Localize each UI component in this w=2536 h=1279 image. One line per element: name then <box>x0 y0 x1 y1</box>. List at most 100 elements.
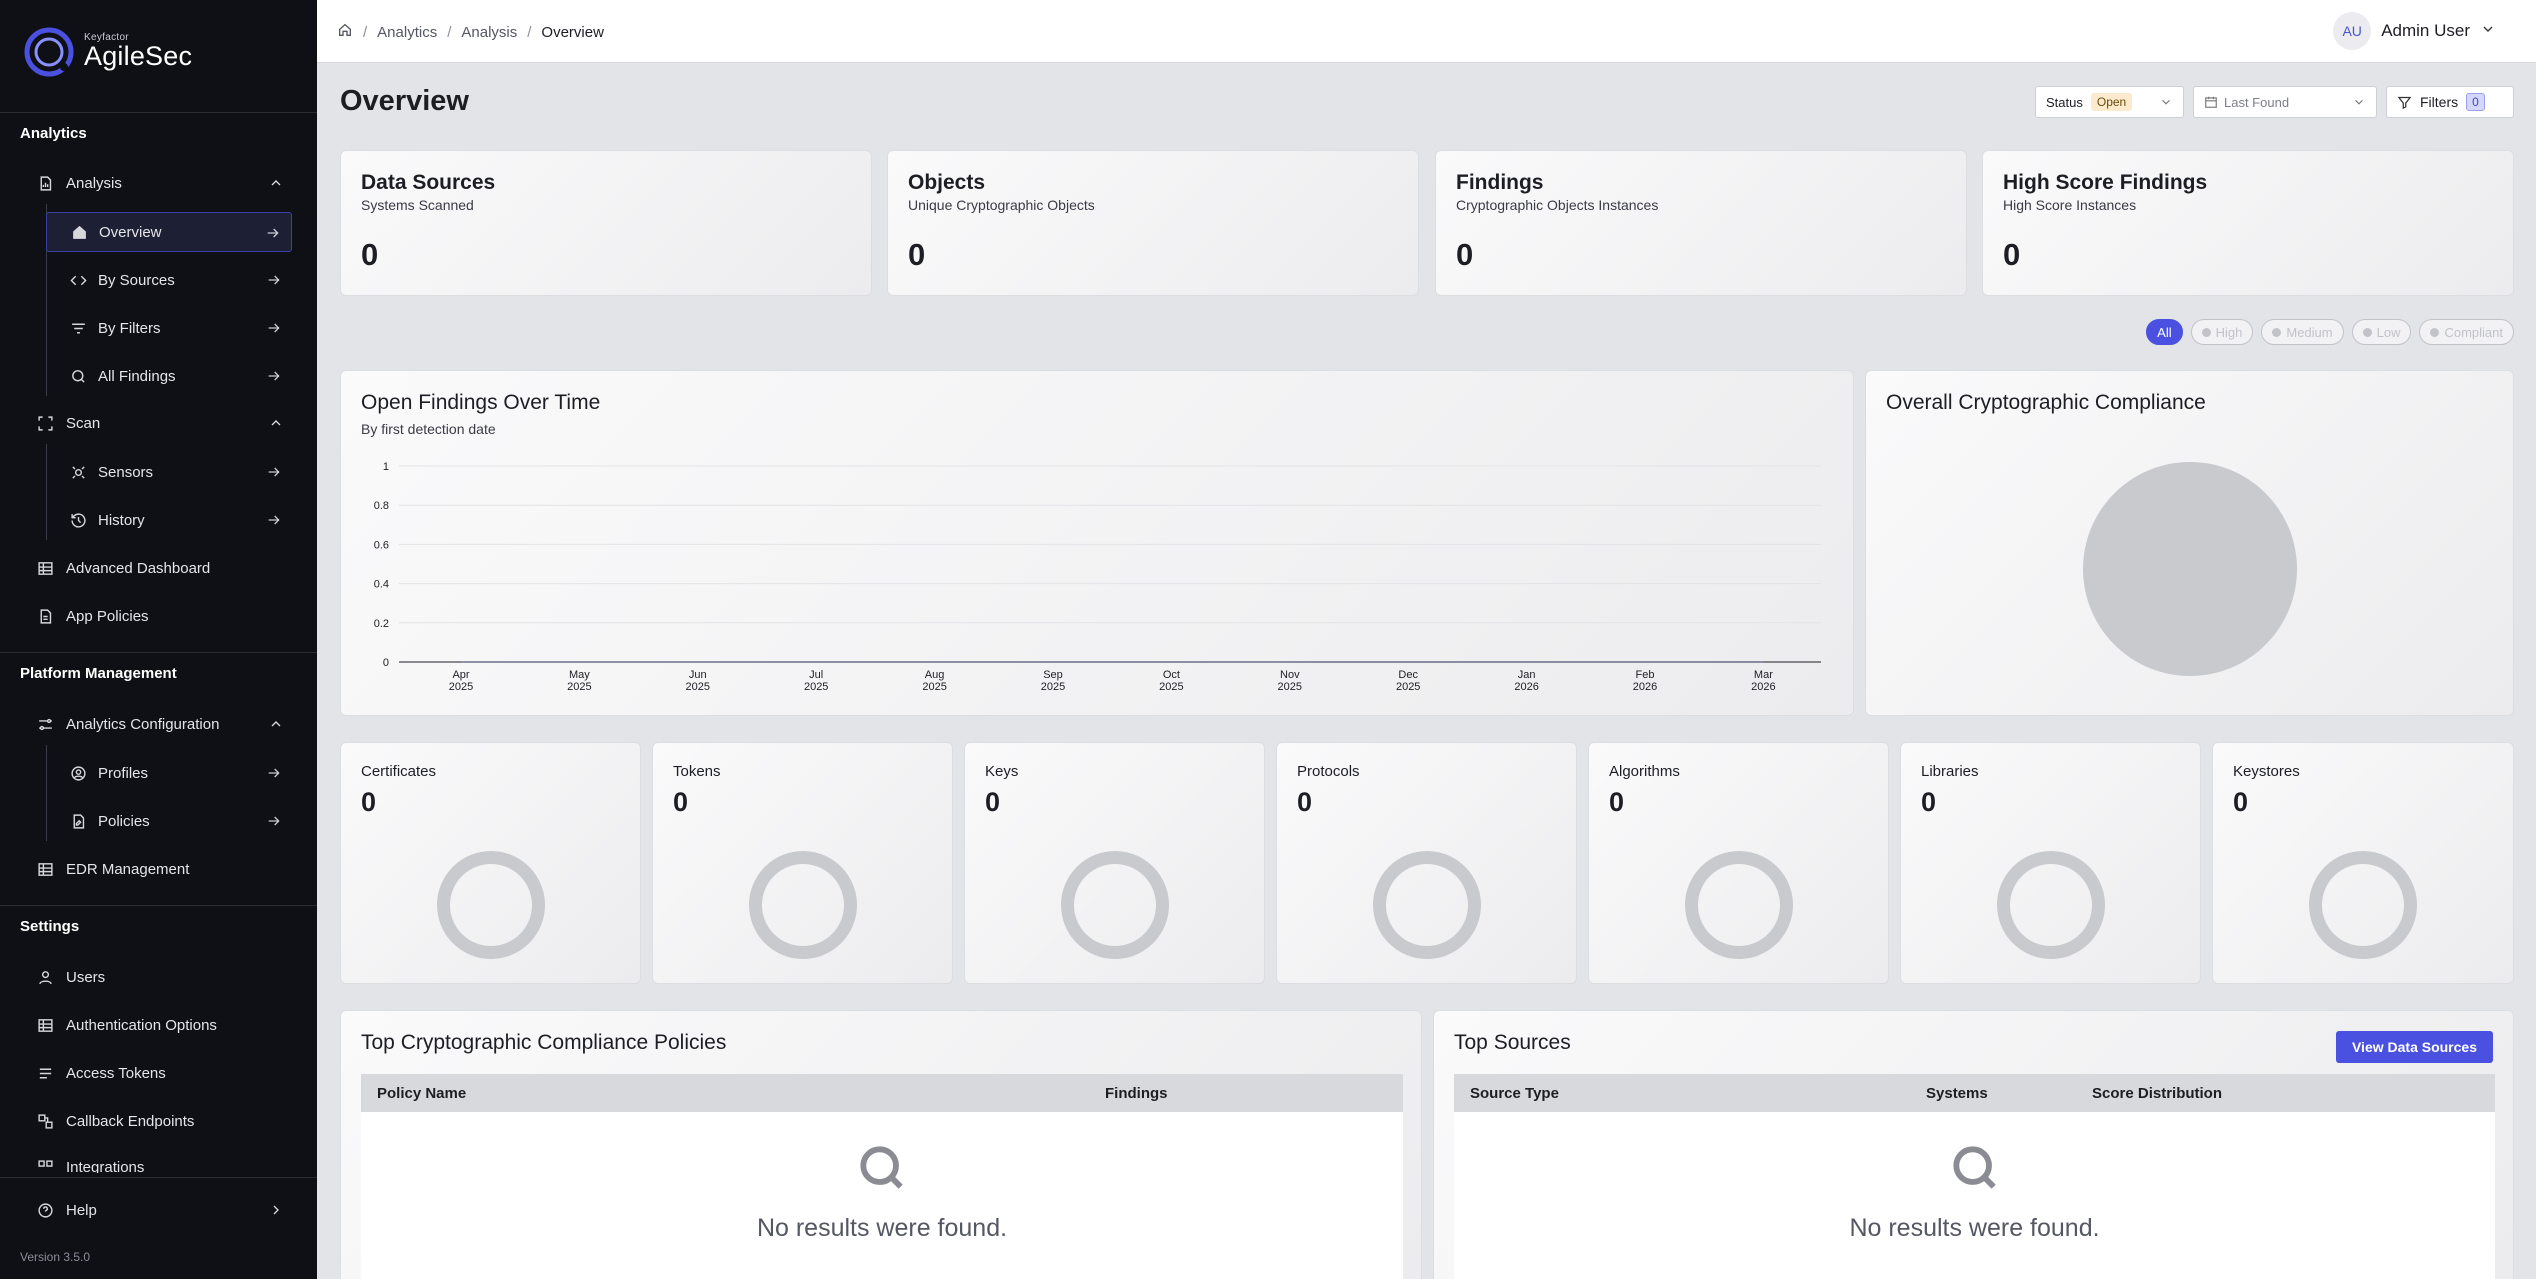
stat-card-objects[interactable]: Objects Unique Cryptographic Objects 0 <box>887 150 1419 296</box>
sidebar-item-label: History <box>98 511 145 529</box>
stat-title: Objects <box>908 171 986 194</box>
filter-lines-icon <box>70 319 88 337</box>
mini-card-algorithms[interactable]: Algorithms 0 <box>1588 742 1889 984</box>
x-tick-year: 2025 <box>1041 681 1065 693</box>
nav-help[interactable]: Help <box>36 1192 294 1228</box>
nav-advanced-dashboard[interactable]: Advanced Dashboard <box>36 550 294 586</box>
x-tick-month: Mar <box>1754 669 1773 681</box>
nav-analytics-configuration[interactable]: Analytics Configuration <box>36 706 294 742</box>
mini-card-tokens[interactable]: Tokens 0 <box>652 742 953 984</box>
sidebar-item-policies[interactable]: Policies <box>46 801 292 841</box>
stat-title: High Score Findings <box>2003 171 2208 194</box>
status-select[interactable]: Status Open <box>2035 86 2184 118</box>
nav-analysis[interactable]: Analysis <box>36 165 294 201</box>
chevron-down-icon <box>2352 95 2366 112</box>
mini-card-keystores[interactable]: Keystores 0 <box>2212 742 2514 984</box>
sidebar-item-sensors[interactable]: Sensors <box>46 452 292 492</box>
stat-card-findings[interactable]: Findings Cryptographic Objects Instances… <box>1435 150 1967 296</box>
user-icon <box>36 968 54 986</box>
breadcrumb-analytics[interactable]: Analytics <box>377 24 437 41</box>
pill-label: Compliant <box>2444 324 2503 340</box>
stat-card-data-sources[interactable]: Data Sources Systems Scanned 0 <box>340 150 872 296</box>
x-tick-year: 2026 <box>1514 681 1538 693</box>
arrow-right-icon <box>266 272 282 288</box>
filters-button[interactable]: Filters 0 <box>2386 86 2514 118</box>
donut-empty <box>1373 851 1481 959</box>
column-header-source-type[interactable]: Source Type <box>1470 1085 1559 1102</box>
empty-state-text: No results were found. <box>756 1214 1008 1242</box>
sidebar-item-label: Profiles <box>98 764 149 782</box>
pill-medium[interactable]: Medium <box>2261 319 2344 345</box>
view-data-sources-button[interactable]: View Data Sources <box>2335 1031 2493 1063</box>
nav-scan[interactable]: Scan <box>36 405 294 441</box>
mini-value: 0 <box>673 787 689 817</box>
column-header-systems[interactable]: Systems <box>1926 1085 1988 1102</box>
column-header-score-distribution[interactable]: Score Distribution <box>2092 1085 2222 1102</box>
breadcrumb-analysis[interactable]: Analysis <box>461 24 517 41</box>
mini-card-keys[interactable]: Keys 0 <box>964 742 1265 984</box>
stat-subtitle: High Score Instances <box>2003 197 2137 213</box>
nav-access-tokens[interactable]: Access Tokens <box>36 1055 294 1091</box>
sidebar-item-profiles[interactable]: Profiles <box>46 753 292 793</box>
x-tick-year: 2025 <box>804 681 828 693</box>
status-dot <box>2430 327 2440 337</box>
pill-all[interactable]: All <box>2146 319 2183 345</box>
y-tick-label: 0.8 <box>374 500 389 512</box>
brand-logo[interactable]: Keyfactor AgileSec <box>24 27 192 77</box>
user-menu[interactable]: AU Admin User <box>2333 12 2496 50</box>
stat-card-high-score-findings[interactable]: High Score Findings High Score Instances… <box>1982 150 2514 296</box>
chevron-right-icon[interactable] <box>268 1202 284 1218</box>
chevron-up-icon[interactable] <box>268 716 284 732</box>
sidebar-item-label: All Findings <box>98 367 176 385</box>
chevron-up-icon[interactable] <box>268 175 284 191</box>
avatar[interactable]: AU <box>2333 12 2372 50</box>
nav-edr-management[interactable]: EDR Management <box>36 851 294 887</box>
home-icon[interactable] <box>337 22 353 42</box>
history-icon <box>70 511 88 529</box>
nav-label: Authentication Options <box>66 1016 217 1034</box>
pill-low[interactable]: Low <box>2351 319 2412 345</box>
column-header-policy-name[interactable]: Policy Name <box>377 1085 466 1102</box>
x-tick-month: Dec <box>1398 669 1418 681</box>
mini-title: Algorithms <box>1609 763 1680 780</box>
pill-compliant[interactable]: Compliant <box>2419 319 2514 345</box>
pill-high[interactable]: High <box>2190 319 2254 345</box>
sidebar-item-all-findings[interactable]: All Findings <box>46 356 292 396</box>
arrow-right-icon <box>266 368 282 384</box>
empty-state-text: No results were found. <box>1849 1214 2100 1242</box>
search-icon <box>70 367 88 385</box>
sidebar-item-by-sources[interactable]: By Sources <box>46 260 292 300</box>
search-icon <box>854 1140 910 1196</box>
sidebar-item-by-filters[interactable]: By Filters <box>46 308 292 348</box>
date-range-picker[interactable]: Last Found <box>2193 86 2377 118</box>
sidebar-item-label: By Filters <box>98 319 161 337</box>
mini-card-libraries[interactable]: Libraries 0 <box>1900 742 2201 984</box>
topbar: / Analytics / Analysis / Overview AU Adm… <box>317 0 2536 63</box>
arrow-right-icon <box>266 765 282 781</box>
panel-title: Top Sources <box>1454 1031 1571 1054</box>
nav-users[interactable]: Users <box>36 959 294 995</box>
breadcrumb-overview: Overview <box>541 23 604 41</box>
table-header: Source Type Systems Score Distribution <box>1454 1074 2495 1112</box>
nav-app-policies[interactable]: App Policies <box>36 598 294 634</box>
nav-callback-endpoints[interactable]: Callback Endpoints <box>36 1103 294 1139</box>
code-icon <box>70 271 88 289</box>
nav-label: Analytics Configuration <box>66 715 220 733</box>
nav-integrations[interactable]: Integrations <box>36 1149 294 1173</box>
findings-over-time-panel: Open Findings Over Time By first detecti… <box>340 370 1854 716</box>
mini-card-certificates[interactable]: Certificates 0 <box>340 742 641 984</box>
sidebar-item-overview[interactable]: Overview <box>46 212 292 252</box>
list-icon <box>36 1064 54 1082</box>
nav-authentication-options[interactable]: Authentication Options <box>36 1007 294 1043</box>
document-edit-icon <box>70 812 88 830</box>
sidebar-item-history[interactable]: History <box>46 500 292 540</box>
section-settings: Settings <box>20 918 80 935</box>
chevron-down-icon[interactable] <box>2480 21 2496 42</box>
column-header-findings[interactable]: Findings <box>1105 1085 1168 1102</box>
chevron-up-icon[interactable] <box>268 415 284 431</box>
user-name[interactable]: Admin User <box>2381 21 2470 41</box>
calendar-icon <box>2204 95 2218 109</box>
mini-value: 0 <box>1297 787 1313 817</box>
mini-card-protocols[interactable]: Protocols 0 <box>1276 742 1577 984</box>
x-tick-year: 2025 <box>567 681 591 693</box>
